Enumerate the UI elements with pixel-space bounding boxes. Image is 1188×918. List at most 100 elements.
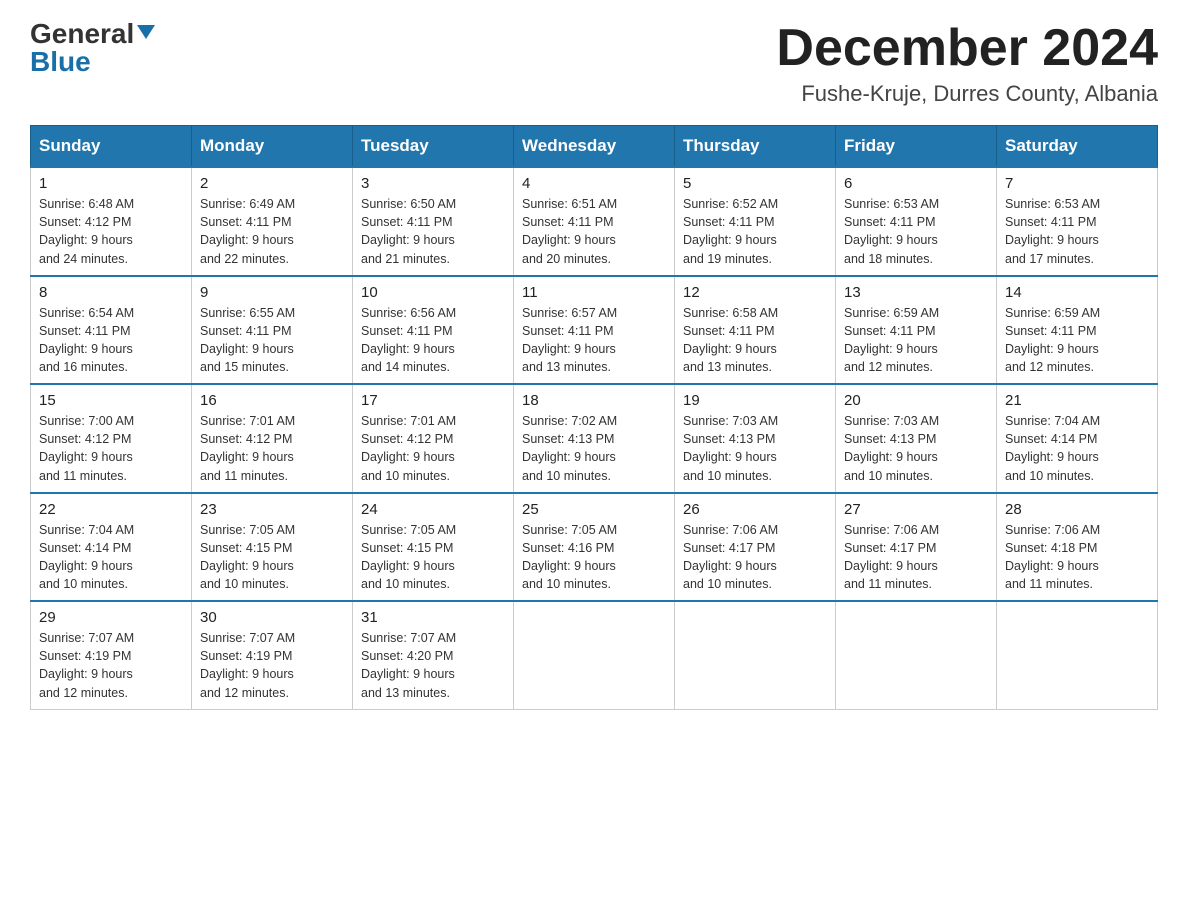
calendar-cell: 19 Sunrise: 7:03 AMSunset: 4:13 PMDaylig… (675, 384, 836, 493)
day-number: 24 (361, 501, 505, 518)
day-number: 11 (522, 284, 666, 301)
calendar-cell: 28 Sunrise: 7:06 AMSunset: 4:18 PMDaylig… (997, 493, 1158, 602)
calendar-cell (836, 601, 997, 709)
calendar-cell: 10 Sunrise: 6:56 AMSunset: 4:11 PMDaylig… (353, 276, 514, 385)
calendar-cell: 4 Sunrise: 6:51 AMSunset: 4:11 PMDayligh… (514, 167, 675, 276)
cell-info: Sunrise: 6:59 AMSunset: 4:11 PMDaylight:… (1005, 306, 1100, 374)
day-number: 23 (200, 501, 344, 518)
calendar-cell: 6 Sunrise: 6:53 AMSunset: 4:11 PMDayligh… (836, 167, 997, 276)
calendar-cell: 27 Sunrise: 7:06 AMSunset: 4:17 PMDaylig… (836, 493, 997, 602)
day-number: 18 (522, 392, 666, 409)
cell-info: Sunrise: 7:03 AMSunset: 4:13 PMDaylight:… (683, 414, 778, 482)
day-number: 22 (39, 501, 183, 518)
cell-info: Sunrise: 6:52 AMSunset: 4:11 PMDaylight:… (683, 197, 778, 265)
col-header-monday: Monday (192, 126, 353, 168)
calendar-cell: 5 Sunrise: 6:52 AMSunset: 4:11 PMDayligh… (675, 167, 836, 276)
calendar-week-row: 15 Sunrise: 7:00 AMSunset: 4:12 PMDaylig… (31, 384, 1158, 493)
day-number: 20 (844, 392, 988, 409)
logo: General Blue (30, 20, 155, 76)
calendar-table: Sunday Monday Tuesday Wednesday Thursday… (30, 125, 1158, 710)
calendar-cell: 30 Sunrise: 7:07 AMSunset: 4:19 PMDaylig… (192, 601, 353, 709)
day-number: 29 (39, 609, 183, 626)
cell-info: Sunrise: 6:49 AMSunset: 4:11 PMDaylight:… (200, 197, 295, 265)
day-number: 12 (683, 284, 827, 301)
cell-info: Sunrise: 7:01 AMSunset: 4:12 PMDaylight:… (361, 414, 456, 482)
cell-info: Sunrise: 7:04 AMSunset: 4:14 PMDaylight:… (1005, 414, 1100, 482)
cell-info: Sunrise: 7:00 AMSunset: 4:12 PMDaylight:… (39, 414, 134, 482)
page-header: General Blue December 2024 Fushe-Kruje, … (30, 20, 1158, 107)
cell-info: Sunrise: 7:06 AMSunset: 4:18 PMDaylight:… (1005, 523, 1100, 591)
cell-info: Sunrise: 6:55 AMSunset: 4:11 PMDaylight:… (200, 306, 295, 374)
calendar-week-row: 1 Sunrise: 6:48 AMSunset: 4:12 PMDayligh… (31, 167, 1158, 276)
calendar-week-row: 29 Sunrise: 7:07 AMSunset: 4:19 PMDaylig… (31, 601, 1158, 709)
day-number: 8 (39, 284, 183, 301)
cell-info: Sunrise: 7:05 AMSunset: 4:15 PMDaylight:… (200, 523, 295, 591)
col-header-saturday: Saturday (997, 126, 1158, 168)
col-header-tuesday: Tuesday (353, 126, 514, 168)
day-number: 28 (1005, 501, 1149, 518)
calendar-cell: 2 Sunrise: 6:49 AMSunset: 4:11 PMDayligh… (192, 167, 353, 276)
col-header-thursday: Thursday (675, 126, 836, 168)
day-number: 27 (844, 501, 988, 518)
cell-info: Sunrise: 6:57 AMSunset: 4:11 PMDaylight:… (522, 306, 617, 374)
day-number: 1 (39, 175, 183, 192)
calendar-cell: 13 Sunrise: 6:59 AMSunset: 4:11 PMDaylig… (836, 276, 997, 385)
cell-info: Sunrise: 6:51 AMSunset: 4:11 PMDaylight:… (522, 197, 617, 265)
calendar-cell: 21 Sunrise: 7:04 AMSunset: 4:14 PMDaylig… (997, 384, 1158, 493)
day-number: 17 (361, 392, 505, 409)
cell-info: Sunrise: 7:06 AMSunset: 4:17 PMDaylight:… (683, 523, 778, 591)
cell-info: Sunrise: 6:56 AMSunset: 4:11 PMDaylight:… (361, 306, 456, 374)
day-number: 10 (361, 284, 505, 301)
cell-info: Sunrise: 6:53 AMSunset: 4:11 PMDaylight:… (1005, 197, 1100, 265)
calendar-cell: 1 Sunrise: 6:48 AMSunset: 4:12 PMDayligh… (31, 167, 192, 276)
cell-info: Sunrise: 7:07 AMSunset: 4:19 PMDaylight:… (39, 631, 134, 699)
calendar-cell: 23 Sunrise: 7:05 AMSunset: 4:15 PMDaylig… (192, 493, 353, 602)
cell-info: Sunrise: 7:03 AMSunset: 4:13 PMDaylight:… (844, 414, 939, 482)
cell-info: Sunrise: 6:53 AMSunset: 4:11 PMDaylight:… (844, 197, 939, 265)
calendar-cell (675, 601, 836, 709)
cell-info: Sunrise: 6:58 AMSunset: 4:11 PMDaylight:… (683, 306, 778, 374)
day-number: 21 (1005, 392, 1149, 409)
logo-triangle-icon (137, 25, 155, 39)
col-header-friday: Friday (836, 126, 997, 168)
title-section: December 2024 Fushe-Kruje, Durres County… (776, 20, 1158, 107)
cell-info: Sunrise: 7:07 AMSunset: 4:19 PMDaylight:… (200, 631, 295, 699)
day-number: 14 (1005, 284, 1149, 301)
day-number: 9 (200, 284, 344, 301)
month-title: December 2024 (776, 20, 1158, 77)
cell-info: Sunrise: 6:48 AMSunset: 4:12 PMDaylight:… (39, 197, 134, 265)
calendar-cell: 17 Sunrise: 7:01 AMSunset: 4:12 PMDaylig… (353, 384, 514, 493)
calendar-cell: 29 Sunrise: 7:07 AMSunset: 4:19 PMDaylig… (31, 601, 192, 709)
calendar-cell: 26 Sunrise: 7:06 AMSunset: 4:17 PMDaylig… (675, 493, 836, 602)
calendar-cell: 24 Sunrise: 7:05 AMSunset: 4:15 PMDaylig… (353, 493, 514, 602)
cell-info: Sunrise: 7:01 AMSunset: 4:12 PMDaylight:… (200, 414, 295, 482)
calendar-cell: 8 Sunrise: 6:54 AMSunset: 4:11 PMDayligh… (31, 276, 192, 385)
calendar-cell (997, 601, 1158, 709)
day-number: 16 (200, 392, 344, 409)
day-number: 25 (522, 501, 666, 518)
calendar-cell: 16 Sunrise: 7:01 AMSunset: 4:12 PMDaylig… (192, 384, 353, 493)
day-number: 19 (683, 392, 827, 409)
day-number: 31 (361, 609, 505, 626)
cell-info: Sunrise: 7:05 AMSunset: 4:15 PMDaylight:… (361, 523, 456, 591)
calendar-cell (514, 601, 675, 709)
calendar-cell: 20 Sunrise: 7:03 AMSunset: 4:13 PMDaylig… (836, 384, 997, 493)
cell-info: Sunrise: 7:06 AMSunset: 4:17 PMDaylight:… (844, 523, 939, 591)
day-number: 15 (39, 392, 183, 409)
day-number: 6 (844, 175, 988, 192)
calendar-week-row: 22 Sunrise: 7:04 AMSunset: 4:14 PMDaylig… (31, 493, 1158, 602)
calendar-cell: 11 Sunrise: 6:57 AMSunset: 4:11 PMDaylig… (514, 276, 675, 385)
logo-general-text: General (30, 20, 134, 48)
col-header-sunday: Sunday (31, 126, 192, 168)
col-header-wednesday: Wednesday (514, 126, 675, 168)
calendar-cell: 12 Sunrise: 6:58 AMSunset: 4:11 PMDaylig… (675, 276, 836, 385)
calendar-header-row: Sunday Monday Tuesday Wednesday Thursday… (31, 126, 1158, 168)
calendar-cell: 22 Sunrise: 7:04 AMSunset: 4:14 PMDaylig… (31, 493, 192, 602)
cell-info: Sunrise: 7:04 AMSunset: 4:14 PMDaylight:… (39, 523, 134, 591)
cell-info: Sunrise: 7:07 AMSunset: 4:20 PMDaylight:… (361, 631, 456, 699)
calendar-cell: 9 Sunrise: 6:55 AMSunset: 4:11 PMDayligh… (192, 276, 353, 385)
cell-info: Sunrise: 6:50 AMSunset: 4:11 PMDaylight:… (361, 197, 456, 265)
day-number: 13 (844, 284, 988, 301)
calendar-cell: 25 Sunrise: 7:05 AMSunset: 4:16 PMDaylig… (514, 493, 675, 602)
cell-info: Sunrise: 6:54 AMSunset: 4:11 PMDaylight:… (39, 306, 134, 374)
